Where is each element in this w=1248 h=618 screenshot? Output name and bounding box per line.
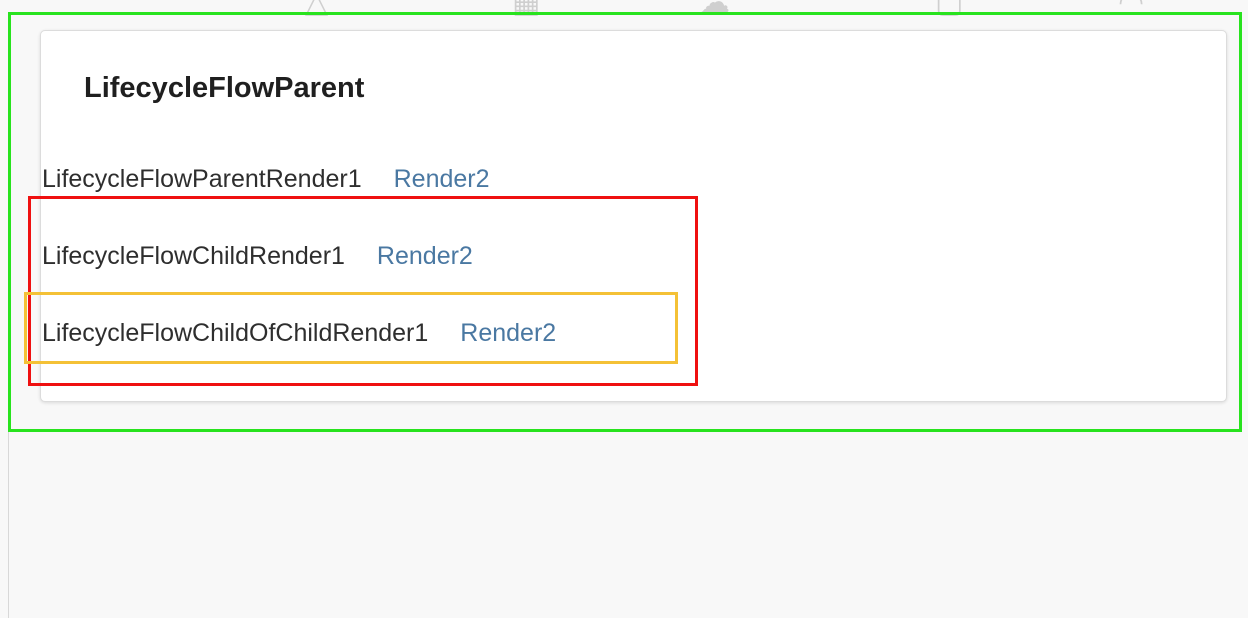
window-left-edge bbox=[0, 432, 9, 618]
child-of-child-component-outline bbox=[24, 292, 678, 364]
page: ⌒ △ ▦ ☁ ▢ ◠ LifecycleFlowParent Lifecycl… bbox=[0, 0, 1248, 618]
